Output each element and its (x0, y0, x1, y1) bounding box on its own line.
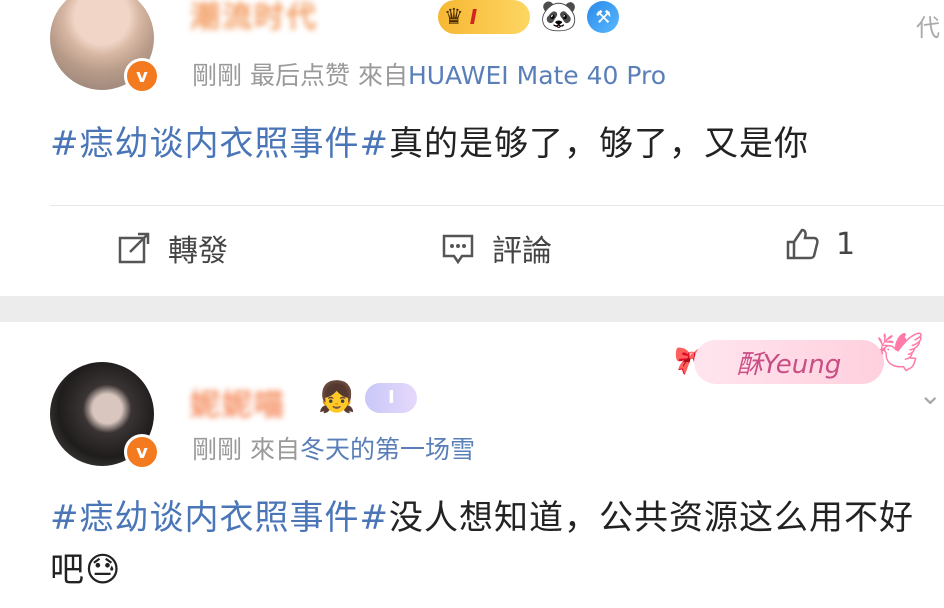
meta-source[interactable]: 冬天的第一场雪 (300, 435, 475, 464)
sticker-label: 酥Yeung (694, 340, 884, 384)
comment-label: 評論 (492, 234, 552, 269)
share-icon (118, 232, 150, 264)
post-meta: 剛剛 來自冬天的第一场雪 (192, 430, 475, 466)
username[interactable]: 潮流时代 (190, 0, 318, 36)
action-bar: 轉發 評論 1 (0, 226, 944, 276)
thumbs-up-icon (786, 228, 819, 260)
like-button[interactable]: 1 (784, 226, 855, 262)
meta-time: 剛剛 (192, 435, 243, 464)
rank-badge[interactable]: Ⅰ (365, 382, 418, 413)
post-meta: 剛剛 最后点赞 來自HUAWEI Mate 40 Pro (192, 56, 666, 92)
decorative-sticker: 🎀 酥Yeung 🕊 (674, 330, 924, 390)
sweat-emoji-icon: 😓 (85, 550, 122, 590)
post-text: 真的是够了，够了，又是你 (388, 124, 809, 164)
username[interactable]: 妮妮喵 (190, 380, 286, 424)
like-count: 1 (836, 226, 856, 262)
verified-badge-icon: v (124, 58, 160, 94)
badge-row: 👧 Ⅰ (318, 380, 418, 415)
divider (50, 205, 944, 206)
feed-post-2: v 妮妮喵 👧 Ⅰ 🎀 酥Yeung 🕊 ⌄ 剛剛 來自冬天的第一场雪 #痣幼谈… (0, 322, 944, 608)
share-label: 轉發 (168, 234, 228, 269)
corner-text: 代 (916, 14, 940, 42)
feed-post-1: v 潮流时代 ♛ I 🐼 ⚒ 代 剛剛 最后点赞 來自HUAWEI Mate 4… (0, 0, 944, 296)
meta-source[interactable]: HUAWEI Mate 40 Pro (408, 61, 666, 90)
level-text: I (469, 5, 478, 29)
topic-link[interactable]: #痣幼谈内衣照事件# (50, 124, 389, 164)
panda-icon: 🐼 (540, 0, 578, 34)
comment-icon (442, 234, 474, 265)
meta-from-label: 來自 (357, 61, 408, 90)
feed-separator (0, 296, 944, 322)
post-content: #痣幼谈内衣照事件#真的是够了，够了，又是你 (50, 118, 930, 170)
topic-link[interactable]: #痣幼谈内衣照事件# (50, 498, 389, 538)
meta-action: 最后点赞 (249, 61, 350, 90)
meta-from-label: 來自 (249, 435, 300, 464)
girl-avatar-icon: 👧 (318, 380, 356, 415)
vip-crown-badge[interactable]: ♛ I (438, 0, 530, 34)
chevron-down-icon[interactable]: ⌄ (919, 378, 942, 411)
post-content: #痣幼谈内衣照事件#没人想知道，公共资源这么用不好吧😓 (50, 492, 930, 596)
badge-row: ♛ I 🐼 ⚒ (438, 0, 620, 34)
comment-button[interactable]: 評論 (440, 226, 552, 270)
crown-icon: ♛ (444, 4, 464, 30)
verified-badge-icon: v (124, 434, 160, 470)
meta-time: 剛剛 (192, 61, 243, 90)
paper-crane-icon: 🕊 (875, 330, 924, 374)
shield-icon: ⚒ (587, 1, 620, 33)
share-button[interactable]: 轉發 (116, 226, 228, 270)
